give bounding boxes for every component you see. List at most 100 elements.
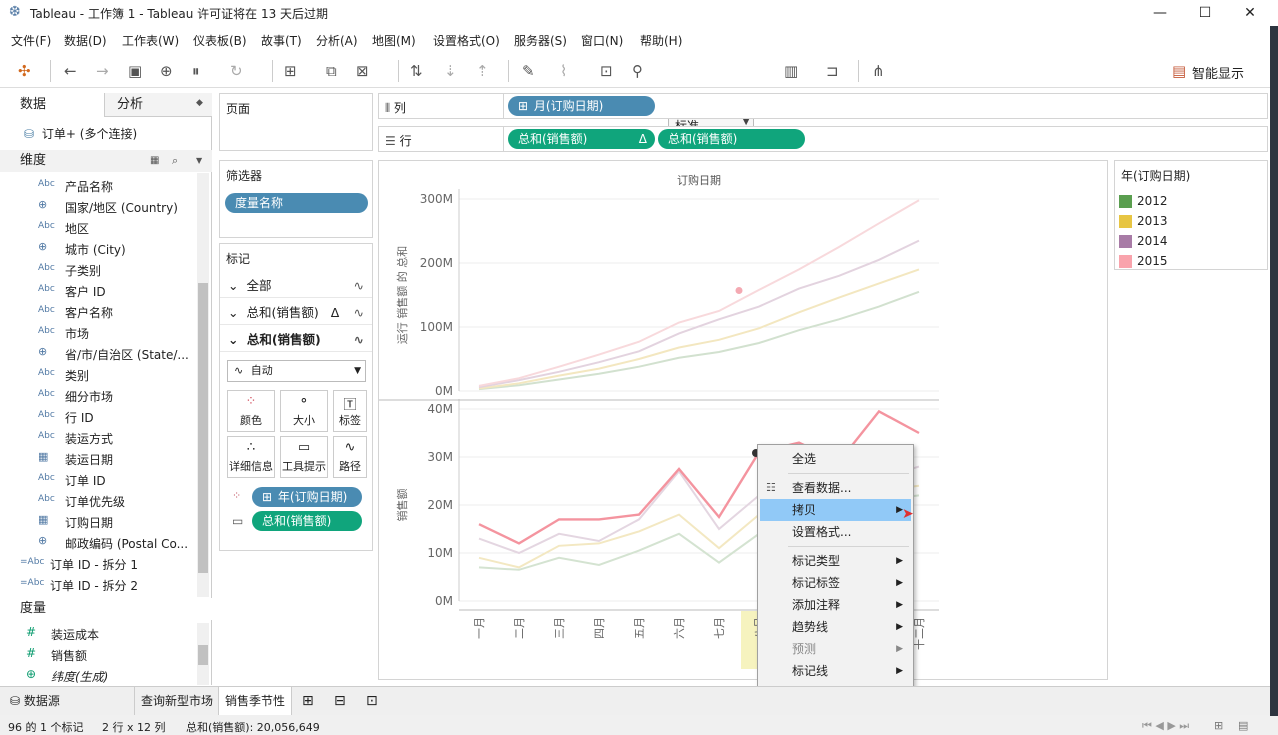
menu-format[interactable]: 设置格式(O) <box>433 32 500 49</box>
new-worksheet-icon[interactable]: ⊞ <box>296 687 320 716</box>
close-button[interactable]: ✕ <box>1230 2 1270 24</box>
field-item[interactable]: Abc 类别 <box>0 364 196 385</box>
columns-shelf[interactable]: ⫴ 列 ⊞ 月(订购日期) <box>378 93 1268 119</box>
show-labels-icon[interactable]: ⊡ <box>600 62 613 80</box>
context-menu-item[interactable]: 标记类型 ▶ <box>760 550 911 572</box>
menu-server[interactable]: 服务器(S) <box>514 32 567 49</box>
field-item[interactable]: Abc 子类别 <box>0 259 196 280</box>
chart-svg[interactable]: 订购日期 0M 100M 200M 300M 运行 销售额 的 总和 0M 10M 20M 30M… <box>379 161 1107 679</box>
menu-help[interactable]: 帮助(H) <box>640 32 682 49</box>
tab-data[interactable]: 数据 <box>0 93 103 117</box>
field-item[interactable]: Abc 行 ID <box>0 406 196 427</box>
marks-pill-year[interactable]: ⊞ 年(订购日期) <box>252 487 362 507</box>
marks-tab-sales-2[interactable]: ⌄ 总和(销售额) ∿ <box>220 328 372 352</box>
menu-worksheet[interactable]: 工作表(W) <box>122 32 179 49</box>
menu-story[interactable]: 故事(T) <box>261 32 302 49</box>
datasource-item[interactable]: ⛁ 订单+ (多个连接) <box>24 125 137 142</box>
refresh-icon[interactable]: ↻ <box>230 62 243 80</box>
rows-pill-sales-1[interactable]: 总和(销售额) Δ <box>508 129 655 149</box>
new-dashboard-icon[interactable]: ⊟ <box>328 687 352 716</box>
columns-pill-month[interactable]: ⊞ 月(订购日期) <box>508 96 655 116</box>
menu-map[interactable]: 地图(M) <box>372 32 416 49</box>
fix-axes-icon[interactable]: ⚲ <box>632 62 643 80</box>
label-button[interactable]: 🅃 标签 <box>333 390 367 432</box>
field-item[interactable]: Abc 产品名称 <box>0 175 196 196</box>
tab-query-markets[interactable]: 查询新型市场 <box>134 687 219 716</box>
save-icon[interactable]: ▣ <box>128 62 142 80</box>
filter-pill-measure-names[interactable]: 度量名称 <box>225 193 368 213</box>
field-item[interactable]: Abc 订单 ID <box>0 469 196 490</box>
menu-file[interactable]: 文件(F) <box>11 32 51 49</box>
show-me-icon[interactable]: ▤ <box>1172 62 1186 80</box>
field-item[interactable]: Abc 细分市场 <box>0 385 196 406</box>
field-item[interactable]: # 销售额 <box>0 644 196 665</box>
field-item[interactable]: Abc 市场 <box>0 322 196 343</box>
filters-shelf[interactable]: 筛选器 度量名称 <box>219 160 373 238</box>
tab-sales-seasonality[interactable]: 销售季节性 <box>218 687 293 716</box>
menu-dashboard[interactable]: 仪表板(B) <box>193 32 247 49</box>
show-me-button[interactable]: 智能显示 <box>1192 63 1244 82</box>
context-menu-item[interactable]: 标记线 ▶ <box>760 660 911 682</box>
search-icon[interactable]: ⌕ <box>172 150 178 172</box>
context-menu-item[interactable]: 预测 ▶ <box>760 638 911 660</box>
context-menu-item[interactable]: 全选 <box>760 448 911 470</box>
chevron-down-icon[interactable]: ◆ <box>196 98 203 108</box>
measures-scrollbar[interactable] <box>197 623 209 685</box>
field-item[interactable]: ▦ 订购日期 <box>0 511 196 532</box>
field-item[interactable]: ⊕ 纬度(生成) <box>0 665 196 686</box>
mark-type-dropdown[interactable]: ∿ 自动 ▼ <box>227 360 366 382</box>
marks-tab-sales-1[interactable]: ⌄ 总和(销售额) Δ ∿ <box>220 301 372 325</box>
color-button[interactable]: ⁘ 颜色 <box>227 390 275 432</box>
field-item[interactable]: Abc 装运方式 <box>0 427 196 448</box>
field-item[interactable]: ⊕ 国家/地区 (Country) <box>0 196 196 217</box>
sort-asc-icon[interactable]: ⇣ <box>444 62 457 80</box>
context-menu-item[interactable]: 添加注释 ▶ <box>760 594 911 616</box>
maximize-button[interactable]: ☐ <box>1185 2 1225 24</box>
share-icon[interactable]: ⋔ <box>872 62 885 80</box>
marks-tab-all[interactable]: ⌄ 全部 ∿ <box>220 274 372 298</box>
tooltip-button[interactable]: ▭ 工具提示 <box>280 436 328 478</box>
field-item[interactable]: # 装运成本 <box>0 623 196 644</box>
field-item[interactable]: =Abc 订单 ID - 拆分 2 <box>0 574 196 595</box>
grid-view-icon[interactable]: ⊞ <box>1214 719 1223 732</box>
pause-updates-icon[interactable]: ⏸ <box>192 62 200 80</box>
new-datasource-icon[interactable]: ⊕ <box>160 62 173 80</box>
size-button[interactable]: ⚬ 大小 <box>280 390 328 432</box>
list-view-icon[interactable]: ▦ <box>150 150 159 172</box>
context-menu-item[interactable]: 标记标签 ▶ <box>760 572 911 594</box>
marks-pill-sales[interactable]: 总和(销售额) <box>252 511 362 531</box>
sort-desc-icon[interactable]: ⇡ <box>476 62 489 80</box>
field-item[interactable]: Abc 地区 <box>0 217 196 238</box>
swap-icon[interactable]: ⇅ <box>410 62 423 80</box>
clear-sheet-icon[interactable]: ⊠ <box>356 62 369 80</box>
rows-shelf[interactable]: ☰ 行 总和(销售额) Δ 总和(销售额) <box>378 126 1268 152</box>
pages-shelf[interactable]: 页面 <box>219 93 373 151</box>
highlight-icon[interactable]: ✎ <box>522 62 535 80</box>
context-menu-item[interactable]: 设置格式... <box>760 521 911 543</box>
detail-button[interactable]: ∴ 详细信息 <box>227 436 275 478</box>
filmstrip-icon[interactable]: ▤ <box>1238 719 1248 732</box>
field-item[interactable]: Abc 客户 ID <box>0 280 196 301</box>
context-menu-item[interactable]: 趋势线 ▶ <box>760 616 911 638</box>
tab-datasource[interactable]: ⛁ 数据源 <box>4 687 66 716</box>
scrollbar-thumb[interactable] <box>198 645 208 665</box>
field-item[interactable]: ⊕ 邮政编码 (Postal Co... <box>0 532 196 553</box>
field-item[interactable]: Abc 订单优先级 <box>0 490 196 511</box>
menu-analysis[interactable]: 分析(A) <box>316 32 358 49</box>
tableau-start-icon[interactable]: ✣ <box>18 62 31 80</box>
sheet-nav-icons[interactable]: ⏮ ◀ ▶ ⏭ <box>1142 719 1189 733</box>
menu-data[interactable]: 数据(D) <box>64 32 107 49</box>
dimensions-scrollbar[interactable] <box>197 173 209 597</box>
presentation-mode-icon[interactable]: ⊐ <box>826 62 839 80</box>
context-menu-item[interactable]: ☷ 查看数据... <box>760 477 911 499</box>
group-icon[interactable]: ⌇ <box>560 62 567 80</box>
menu-window[interactable]: 窗口(N) <box>581 32 623 49</box>
redo-icon[interactable]: → <box>96 62 109 80</box>
rows-pill-sales-2[interactable]: 总和(销售额) <box>658 129 805 149</box>
path-button[interactable]: ∿ 路径 <box>333 436 367 478</box>
chevron-down-icon[interactable]: ▼ <box>196 150 202 172</box>
scrollbar-thumb[interactable] <box>198 283 208 573</box>
field-item[interactable]: ⊕ 城市 (City) <box>0 238 196 259</box>
undo-icon[interactable]: ← <box>64 62 77 80</box>
show-cards-icon[interactable]: ▥ <box>784 62 798 80</box>
